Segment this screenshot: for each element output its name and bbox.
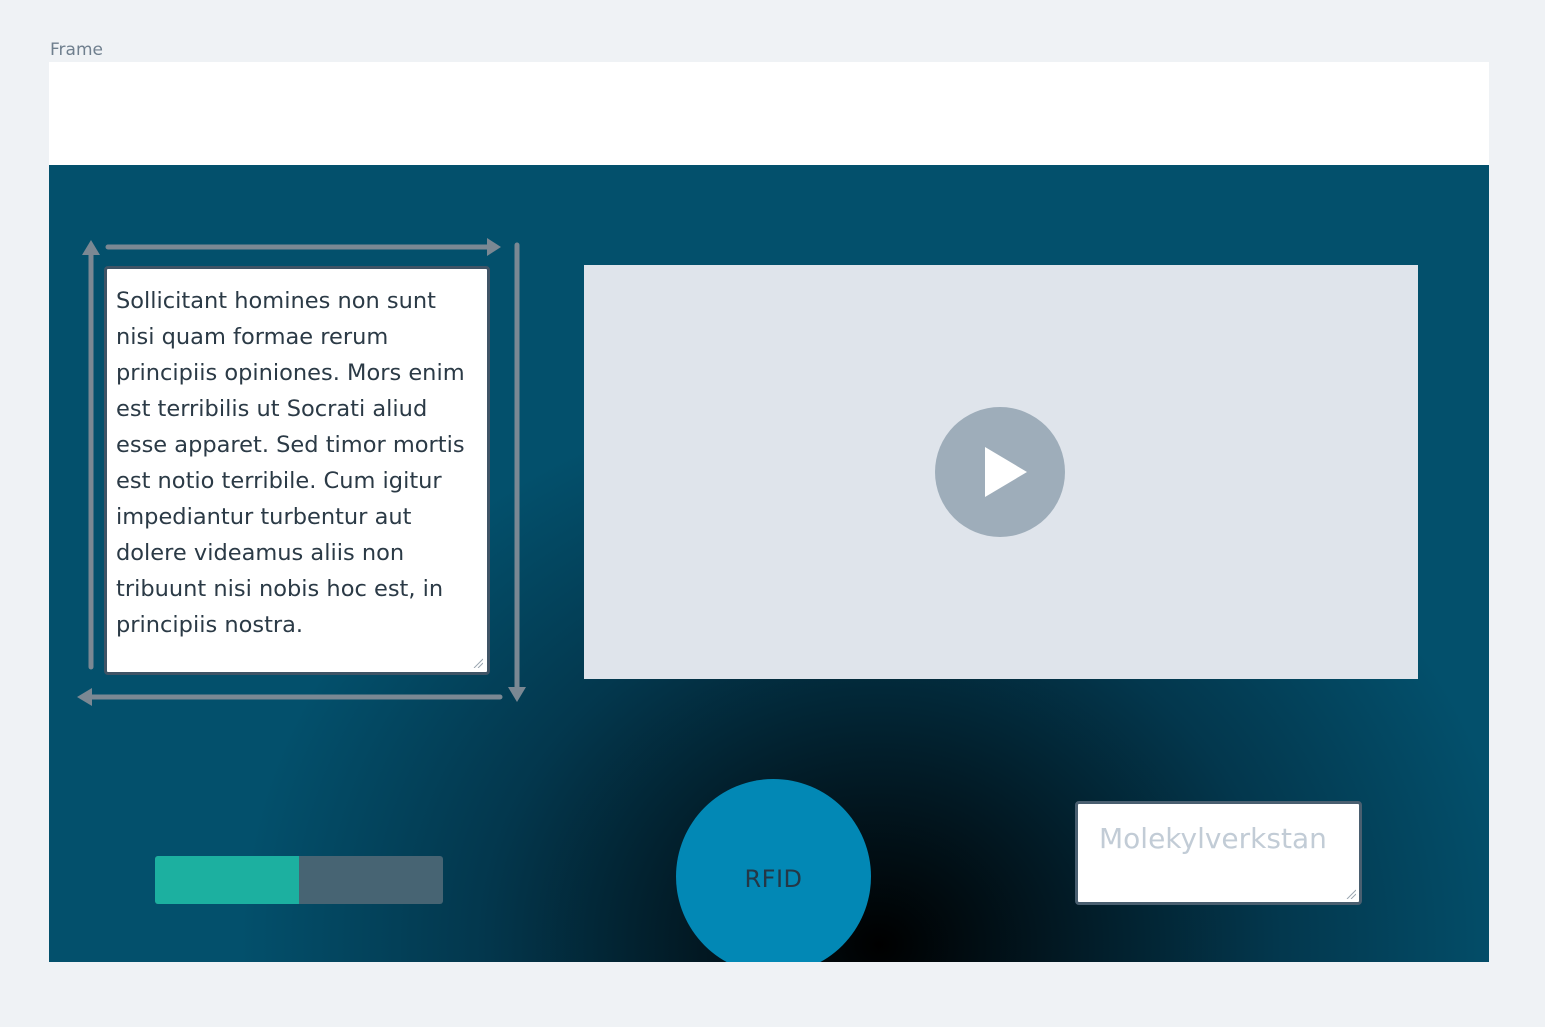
resize-grip-icon[interactable] bbox=[473, 658, 483, 668]
top-arrow-head bbox=[487, 238, 501, 256]
text-area[interactable]: Sollicitant homines non sunt nisi quam f… bbox=[104, 266, 490, 675]
play-button[interactable] bbox=[935, 407, 1065, 537]
rfid-button[interactable]: RFID bbox=[676, 779, 871, 962]
stage: Sollicitant homines non sunt nisi quam f… bbox=[49, 165, 1489, 962]
progress-bar bbox=[155, 856, 443, 904]
bottom-arrow-head bbox=[77, 688, 92, 706]
play-icon bbox=[985, 447, 1027, 497]
frame: Sollicitant homines non sunt nisi quam f… bbox=[49, 62, 1489, 962]
frame-label: Frame bbox=[50, 40, 103, 60]
left-arrow-head bbox=[82, 240, 100, 255]
name-input-placeholder: Molekylverkstan bbox=[1099, 822, 1327, 855]
right-arrow-head bbox=[508, 687, 526, 702]
resize-grip-icon[interactable] bbox=[1346, 889, 1356, 899]
name-input[interactable]: Molekylverkstan bbox=[1075, 801, 1362, 905]
text-area-content: Sollicitant homines non sunt nisi quam f… bbox=[116, 288, 465, 638]
video-player[interactable] bbox=[584, 265, 1418, 679]
progress-fill bbox=[155, 856, 299, 904]
